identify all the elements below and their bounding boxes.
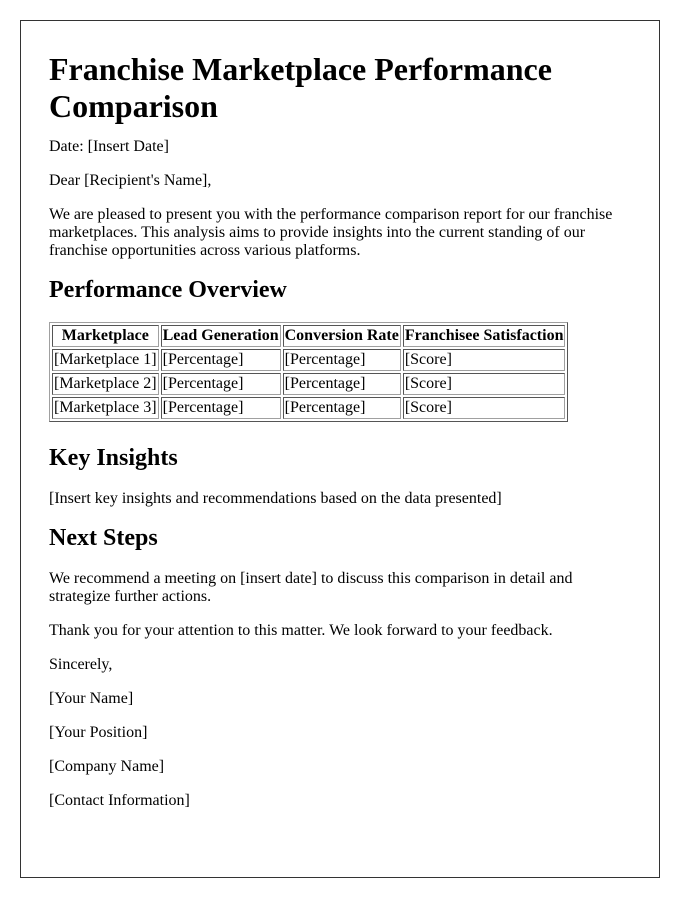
next-steps-heading: Next Steps (49, 525, 158, 551)
letter-page: Franchise Marketplace Performance Compar… (20, 20, 660, 878)
cell-franchisee-satisfaction: [Score] (402, 397, 566, 419)
key-insights-heading: Key Insights (49, 445, 178, 471)
table-header-row: Marketplace Lead Generation Conversion R… (52, 325, 566, 347)
table-row: [Marketplace 3] [Percentage] [Percentage… (52, 397, 566, 419)
next-steps-paragraph: We recommend a meeting on [insert date] … (49, 570, 573, 605)
date-line: Date: [Insert Date] (49, 138, 169, 155)
column-header-conversion-rate: Conversion Rate (282, 325, 401, 347)
cell-conversion-rate: [Percentage] (282, 349, 401, 371)
performance-overview-heading: Performance Overview (49, 277, 287, 303)
valediction: Sincerely, (49, 656, 113, 673)
column-header-franchisee-satisfaction: Franchisee Satisfaction (402, 325, 566, 347)
cell-lead-generation: [Percentage] (160, 397, 281, 419)
performance-table: Marketplace Lead Generation Conversion R… (49, 322, 569, 422)
cell-marketplace: [Marketplace 3] (52, 397, 159, 419)
signature-position: [Your Position] (49, 724, 148, 741)
cell-conversion-rate: [Percentage] (282, 373, 401, 395)
column-header-marketplace: Marketplace (52, 325, 159, 347)
signature-company: [Company Name] (49, 758, 165, 775)
signature-name: [Your Name] (49, 690, 134, 707)
greeting: Dear [Recipient's Name], (49, 172, 212, 189)
column-header-lead-generation: Lead Generation (160, 325, 281, 347)
thank-you-paragraph: Thank you for your attention to this mat… (49, 622, 553, 639)
cell-lead-generation: [Percentage] (160, 373, 281, 395)
cell-conversion-rate: [Percentage] (282, 397, 401, 419)
cell-marketplace: [Marketplace 1] (52, 349, 159, 371)
table-row: [Marketplace 1] [Percentage] [Percentage… (52, 349, 566, 371)
cell-marketplace: [Marketplace 2] (52, 373, 159, 395)
cell-lead-generation: [Percentage] (160, 349, 281, 371)
cell-franchisee-satisfaction: [Score] (402, 373, 566, 395)
key-insights-text: [Insert key insights and recommendations… (49, 490, 502, 507)
cell-franchisee-satisfaction: [Score] (402, 349, 566, 371)
signature-contact: [Contact Information] (49, 792, 190, 809)
intro-paragraph: We are pleased to present you with the p… (49, 206, 613, 259)
document-title: Franchise Marketplace Performance Compar… (49, 51, 552, 124)
table-row: [Marketplace 2] [Percentage] [Percentage… (52, 373, 566, 395)
